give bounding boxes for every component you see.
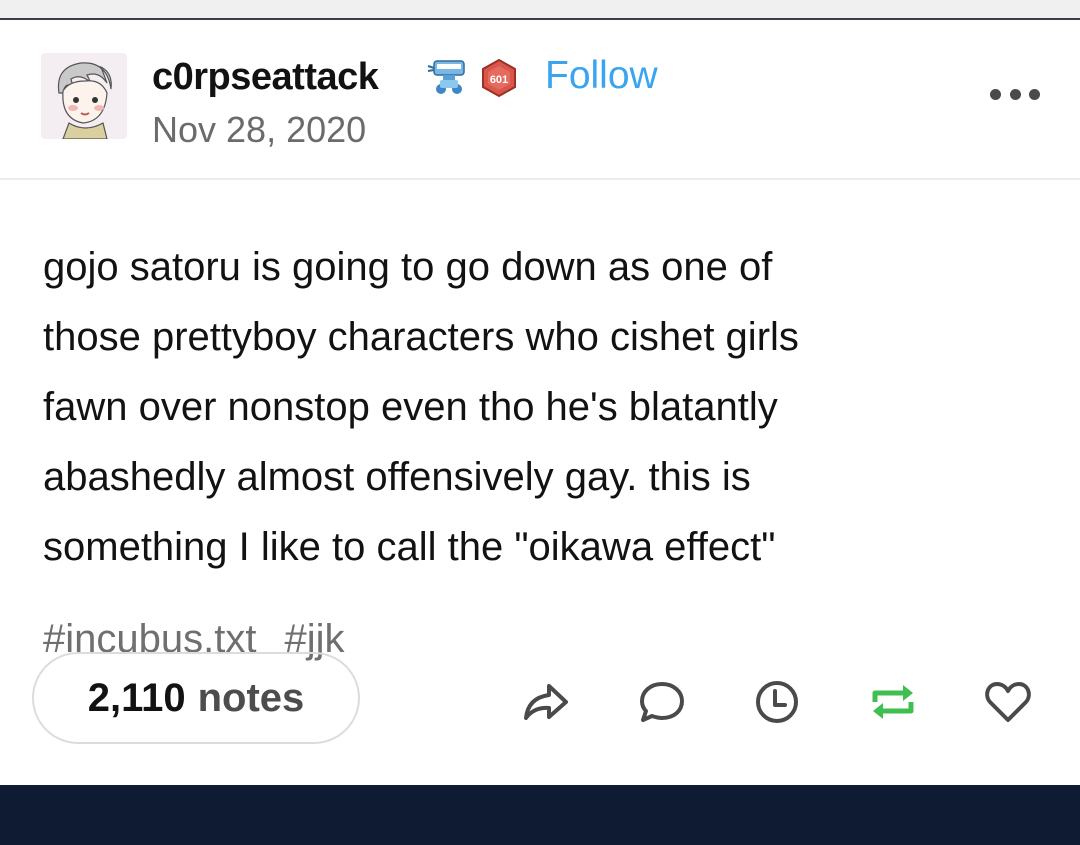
- reblog-button[interactable]: [867, 676, 919, 728]
- more-dot: [1029, 88, 1040, 100]
- hex-badge-label: 601: [490, 74, 508, 86]
- share-button[interactable]: [520, 676, 572, 728]
- like-icon: [985, 682, 1031, 722]
- avatar-illustration: [41, 53, 127, 139]
- schedule-button[interactable]: [751, 676, 803, 728]
- share-icon: [524, 684, 568, 720]
- hex-badge-icon[interactable]: 601: [479, 58, 519, 98]
- more-dot: [1009, 88, 1021, 100]
- post-body-line: gojo satoru is going to go down as one o…: [43, 245, 773, 289]
- post-body-line: abashedly almost offensively gay. this i…: [43, 455, 751, 499]
- top-strip: [0, 0, 1080, 20]
- schedule-icon: [756, 681, 798, 723]
- like-button[interactable]: [982, 676, 1034, 728]
- reply-icon: [640, 682, 684, 722]
- robot-badge-icon[interactable]: [426, 58, 472, 96]
- notes-count: 2,110: [87, 675, 186, 720]
- post-date: Nov 28, 2020: [152, 109, 367, 150]
- avatar[interactable]: [41, 53, 127, 139]
- reblog-icon: [872, 685, 914, 719]
- post-body-line: something I like to call the "oikawa eff…: [43, 525, 776, 569]
- more-dot: [990, 88, 1001, 100]
- footer-bar: [0, 785, 1080, 845]
- more-options-icon[interactable]: [990, 82, 1040, 106]
- post-body-line: those prettyboy characters who cishet gi…: [43, 315, 799, 359]
- reply-button[interactable]: [636, 676, 688, 728]
- post-body-line: fawn over nonstop even tho he's blatantl…: [43, 385, 778, 429]
- notes-button[interactable]: 2,110 notes: [32, 652, 360, 744]
- post-body: gojo satoru is going to go down as one o…: [43, 232, 1043, 582]
- post-header: c0rpseattack 601 Follow Nov 28, 2020: [0, 20, 1080, 180]
- follow-button[interactable]: Follow: [545, 54, 658, 98]
- notes-label: notes: [197, 675, 305, 720]
- username[interactable]: c0rpseattack: [152, 56, 379, 99]
